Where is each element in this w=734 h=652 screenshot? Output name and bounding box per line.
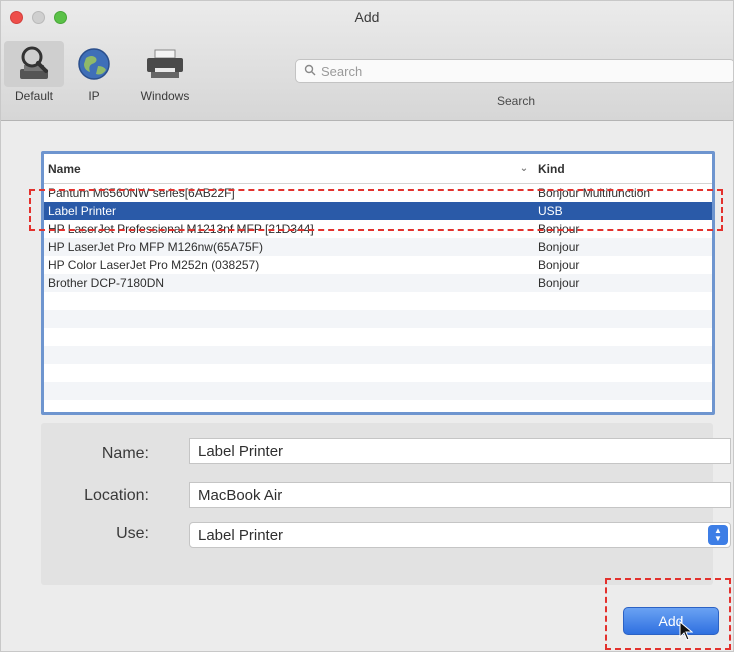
use-driver-select[interactable]: Label Printer ▲ ▼ (189, 522, 731, 548)
empty-row (44, 292, 712, 310)
printer-name: HP LaserJet Pro MFP M126nw(65A75F) (48, 240, 263, 254)
printer-kind: USB (538, 204, 563, 218)
printer-row[interactable]: HP LaserJet Pro MFP M126nw(65A75F) Bonjo… (44, 238, 712, 256)
empty-row (44, 328, 712, 346)
printer-list-header: Name ⌄ Kind (44, 154, 712, 184)
name-label: Name: (101, 445, 149, 462)
search-label: Search (497, 94, 536, 108)
empty-row (44, 310, 712, 328)
printer-location-input[interactable] (189, 482, 731, 508)
default-printers-icon (4, 41, 64, 87)
printer-row[interactable]: HP Color LaserJet Pro M252n (038257) Bon… (44, 256, 712, 274)
toolbar-ip-label: IP (88, 89, 100, 103)
mouse-pointer-icon (679, 621, 693, 641)
search-icon (304, 64, 316, 79)
printer-kind: Bonjour (538, 276, 580, 290)
printer-name: HP LaserJet Professional M1213nf MFP [21… (48, 222, 314, 236)
select-down-arrow-icon: ▼ (714, 534, 722, 543)
add-button[interactable]: Add (623, 607, 719, 635)
toolbar-default-tab[interactable]: Default (1, 41, 67, 103)
empty-row (44, 346, 712, 364)
printer-kind: Bonjour (538, 222, 580, 236)
location-label: Location: (84, 487, 149, 504)
printer-details-form: Name: Location: Use: Label Printer ▲ ▼ (41, 423, 731, 585)
toolbar-default-label: Default (14, 89, 54, 103)
printer-kind: Bonjour (538, 258, 580, 272)
toolbar-ip-tab[interactable]: IP (71, 41, 117, 103)
printer-name-input[interactable] (189, 438, 731, 464)
printer-row-selected[interactable]: Label Printer USB (44, 202, 712, 220)
add-printer-window: Add Default IP Windows Search Search Nam… (0, 0, 734, 652)
sort-chevron-icon[interactable]: ⌄ (514, 163, 534, 174)
printer-kind: Bonjour Multifunction (538, 186, 651, 200)
printer-name: HP Color LaserJet Pro M252n (038257) (48, 258, 260, 272)
toolbar-windows-tab[interactable]: Windows (125, 41, 205, 103)
title-bar: Add Default IP Windows Search Search (1, 1, 733, 121)
printer-row[interactable]: Brother DCP-7180DN Bonjour (44, 274, 712, 292)
globe-icon (76, 41, 112, 87)
window-title: Add (354, 9, 380, 25)
empty-row (44, 364, 712, 382)
toolbar-windows-label: Windows (140, 89, 190, 103)
search-field[interactable]: Search (295, 59, 733, 83)
printer-name: Pantum M6560NW series[6AB22F] (48, 186, 235, 200)
printer-list[interactable]: Name ⌄ Kind Pantum M6560NW series[6AB22F… (41, 151, 715, 415)
empty-row (44, 382, 712, 400)
printer-row[interactable]: Pantum M6560NW series[6AB22F] Bonjour Mu… (44, 184, 712, 202)
kind-column-header[interactable]: Kind (534, 162, 712, 176)
printer-row[interactable]: HP LaserJet Professional M1213nf MFP [21… (44, 220, 712, 238)
select-stepper-icon[interactable]: ▲ ▼ (708, 525, 728, 545)
printer-name: Label Printer (48, 204, 117, 218)
name-column-header[interactable]: Name (44, 162, 514, 176)
use-label: Use: (116, 525, 149, 542)
search-placeholder: Search (321, 63, 363, 79)
use-selected-value: Label Printer (198, 526, 284, 544)
printer-name: Brother DCP-7180DN (48, 276, 165, 290)
windows-printer-icon (145, 41, 185, 87)
printer-kind: Bonjour (538, 240, 580, 254)
